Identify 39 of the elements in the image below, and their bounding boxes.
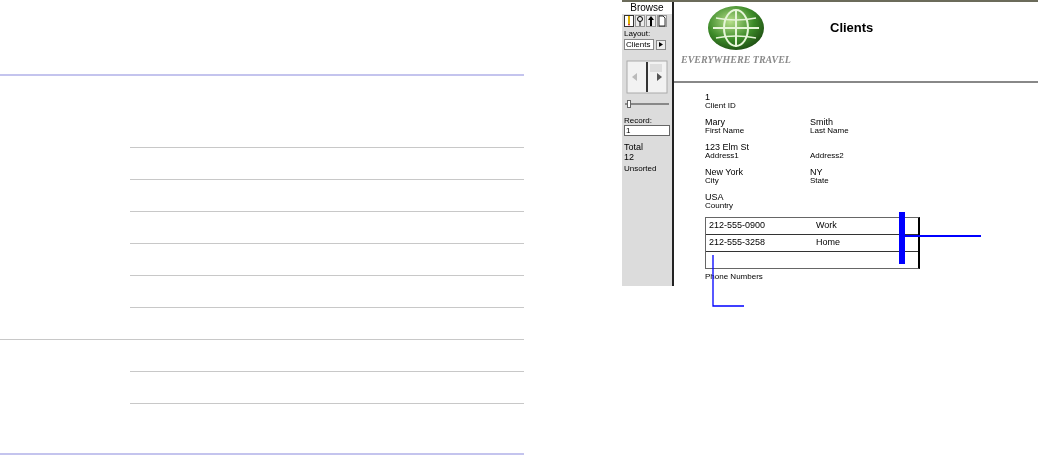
field-label: City	[705, 177, 720, 185]
field-label: State	[810, 177, 830, 185]
layout-title: Clients	[830, 20, 874, 37]
phone-type: Work	[816, 219, 837, 233]
book-icon[interactable]	[626, 60, 668, 94]
phone-number: 212-555-3258	[708, 236, 767, 250]
field-value: New York	[705, 167, 745, 177]
dropdown-button[interactable]	[656, 39, 666, 50]
field-value: USA	[705, 192, 725, 202]
field-label: Country	[705, 202, 734, 210]
record-slider[interactable]	[625, 100, 669, 108]
total-label: Total	[624, 142, 644, 152]
callout-bracket	[899, 212, 905, 264]
field-value: Mary	[705, 117, 726, 127]
pencil-icon[interactable]	[624, 15, 634, 27]
phone-number: 212-555-0900	[708, 219, 767, 233]
logo-text: EVERYWHERE TRAVEL	[681, 54, 791, 66]
field-label: Last Name	[810, 127, 850, 135]
field-value: 123 Elm St	[705, 142, 751, 152]
field-label: Client ID	[705, 102, 737, 110]
layout-dropdown[interactable]: Clients	[624, 39, 654, 50]
sort-status: Unsorted	[624, 164, 658, 173]
magnifier-icon[interactable]	[635, 15, 645, 27]
phone-type: Home	[816, 236, 840, 250]
page-icon[interactable]	[657, 15, 667, 27]
layout-label: Layout:	[624, 29, 652, 38]
globe-logo-icon	[707, 4, 765, 52]
record-label: Record:	[624, 116, 653, 125]
field-label: First Name	[705, 127, 746, 135]
field-value: 1	[705, 92, 711, 102]
field-value: NY	[810, 167, 824, 177]
record-field[interactable]: 1	[624, 125, 670, 136]
slider-thumb[interactable]	[626, 100, 631, 108]
field-label: Address1	[705, 152, 740, 160]
total-count: 12	[624, 152, 635, 162]
field-label: Address2	[810, 152, 845, 160]
pointer-icon[interactable]	[646, 15, 656, 27]
field-value: Smith	[810, 117, 834, 127]
caret-icon	[659, 42, 663, 47]
